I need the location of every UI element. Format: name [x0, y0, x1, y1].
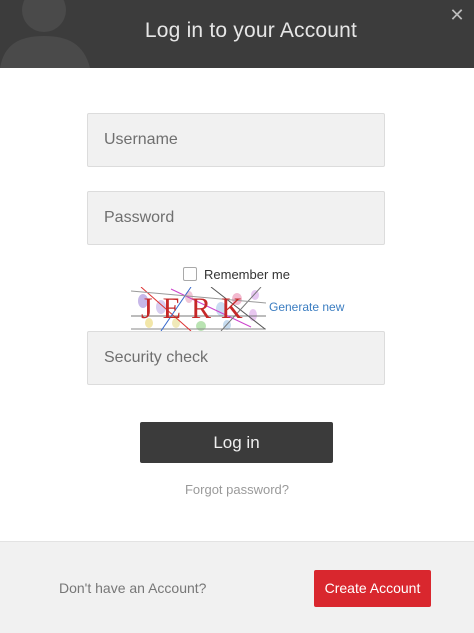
password-input[interactable] — [88, 192, 384, 244]
signup-prompt: Don't have an Account? — [59, 580, 207, 596]
modal-footer: Don't have an Account? Create Account — [0, 541, 474, 633]
login-button[interactable]: Log in — [140, 422, 333, 463]
close-icon[interactable]: ✕ — [448, 6, 466, 24]
modal-title: Log in to your Account — [144, 19, 358, 42]
svg-text:JERK: JERK — [141, 292, 253, 325]
generate-new-captcha-link[interactable]: Generate new — [269, 300, 344, 314]
create-account-button[interactable]: Create Account — [314, 570, 431, 607]
password-field — [87, 191, 385, 245]
remember-me-checkbox[interactable] — [183, 267, 197, 281]
remember-me-row[interactable]: Remember me — [183, 265, 290, 283]
username-field — [87, 113, 385, 167]
modal-header: Log in to your Account ✕ — [0, 0, 474, 68]
security-check-input[interactable] — [88, 332, 384, 384]
username-input[interactable] — [88, 114, 384, 166]
remember-me-label: Remember me — [204, 266, 290, 282]
captcha-text: JERK — [141, 292, 253, 325]
login-modal: Log in to your Account ✕ Remember me — [0, 0, 474, 633]
forgot-password-link[interactable]: Forgot password? — [0, 482, 474, 497]
security-check-field — [87, 331, 385, 385]
captcha-image: JERK — [130, 286, 267, 332]
